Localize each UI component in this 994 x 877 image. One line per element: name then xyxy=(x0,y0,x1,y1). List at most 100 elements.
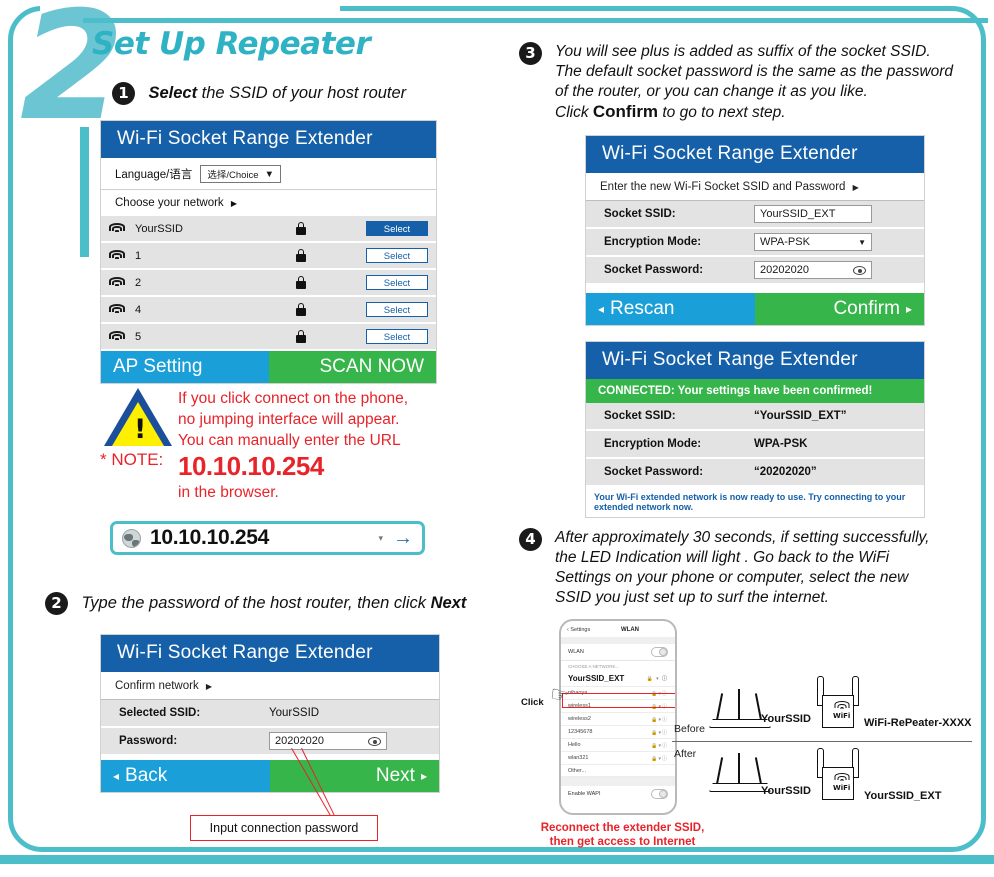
wifi-signal-icon xyxy=(109,276,125,289)
confirm-button[interactable]: Confirm ▸ xyxy=(755,293,924,325)
step-1-badge: 1 xyxy=(112,82,135,105)
back-button-label: Back xyxy=(125,765,168,786)
phone-wapi-switch[interactable] xyxy=(651,789,668,799)
select-button[interactable]: Select xyxy=(366,275,428,290)
chevron-down-icon[interactable]: ▾ xyxy=(378,533,383,544)
network-row[interactable]: 2 Select xyxy=(101,270,436,297)
ap-setting-button[interactable]: AP Setting xyxy=(101,351,269,383)
connected-status-banner: CONNECTED: Your settings have been confi… xyxy=(586,379,924,403)
page-title: Set Up Repeater xyxy=(92,26,371,62)
network-ssid: 2 xyxy=(135,276,142,289)
title-rule xyxy=(83,18,988,23)
confirm-panel-sub: Confirm network ▶ xyxy=(101,672,439,700)
row-label: Selected SSID: xyxy=(119,707,201,719)
step-3-line-4-pre: Click xyxy=(555,104,593,121)
arrow-right-icon: ▶ xyxy=(852,183,859,192)
network-row[interactable]: 4 Select xyxy=(101,297,436,324)
phone-wapi-row[interactable]: Enable WAPI xyxy=(561,786,675,802)
lock-icon xyxy=(296,303,306,316)
note-line-1: If you click connect on the phone, xyxy=(178,390,409,407)
wifi-signal-icon xyxy=(109,222,125,235)
rescan-button[interactable]: ◂ Rescan xyxy=(586,293,755,325)
phone-item-icons: 🔒▾ⓘ xyxy=(651,703,668,710)
arrow-right-icon[interactable]: → xyxy=(393,527,413,550)
step-4-text: After approximately 30 seconds, if setti… xyxy=(555,528,979,608)
phone-network-item[interactable]: Other... xyxy=(561,765,675,777)
confirm-panel-rows: Selected SSID: YourSSID Password: 20202020 xyxy=(101,700,439,756)
select-button[interactable]: Select xyxy=(366,248,428,263)
socket-panel-sub-text: Enter the new Wi-Fi Socket SSID and Pass… xyxy=(600,181,846,193)
before-after-divider xyxy=(672,741,972,743)
wifi-word-label: WiFi xyxy=(833,784,851,792)
confirm-button-label: Confirm xyxy=(833,298,900,319)
warning-exclamation: ! xyxy=(134,414,147,445)
phone-item-icons: 🔒▾ⓘ xyxy=(651,729,668,736)
text-field[interactable]: YourSSID_EXT xyxy=(754,205,872,223)
select-field[interactable]: WPA-PSK ▼ xyxy=(754,233,872,251)
note-block: ! * NOTE: If you click connect on the ph… xyxy=(100,388,445,503)
language-select[interactable]: 选择/Choice ▼ xyxy=(200,165,281,183)
after-router-ssid: YourSSID xyxy=(761,785,811,797)
network-row[interactable]: 5 Select xyxy=(101,324,436,351)
step-3-heading: 3 You will see plus is added as suffix o… xyxy=(519,42,969,123)
next-button[interactable]: Next ▸ xyxy=(270,760,439,792)
scan-panel-header: Wi-Fi Socket Range Extender xyxy=(101,121,436,158)
phone-network-item[interactable]: 12345678 🔒▾ⓘ xyxy=(561,726,675,739)
phone-network-item[interactable]: Hello 🔒▾ⓘ xyxy=(561,739,675,752)
confirm-panel-header: Wi-Fi Socket Range Extender xyxy=(101,635,439,672)
row-value: WPA-PSK xyxy=(754,438,808,450)
extender-body: WiFi xyxy=(822,767,854,800)
phone-network-item[interactable]: wireless2 🔒▾ⓘ xyxy=(561,713,675,726)
phone-wlan-toggle-row[interactable]: WLAN xyxy=(561,644,675,661)
network-row[interactable]: YourSSID Select xyxy=(101,216,436,243)
scan-panel-footer: AP Setting SCAN NOW xyxy=(101,351,436,383)
connected-panel: Wi-Fi Socket Range Extender CONNECTED: Y… xyxy=(585,341,925,518)
step-4-line-4: SSID you just set up to surf the interne… xyxy=(555,589,829,606)
select-button[interactable]: Select xyxy=(366,221,428,236)
browser-address-bar[interactable]: 10.10.10.254 ▾ → xyxy=(110,521,425,555)
phone-back-button[interactable]: ‹ Settings xyxy=(567,627,590,633)
row-label: Socket Password: xyxy=(604,264,704,276)
phone-selected-network[interactable]: YourSSID_EXT 🔒 ▾ ⓘ xyxy=(561,671,675,687)
back-button[interactable]: ◂ Back xyxy=(101,760,270,792)
wifi-signal-icon xyxy=(109,330,125,343)
row-label: Encryption Mode: xyxy=(604,236,702,248)
arrow-right-icon: ▸ xyxy=(420,769,427,783)
confirm-panel-sub-text: Confirm network xyxy=(115,680,199,692)
socket-panel-header: Wi-Fi Socket Range Extender xyxy=(586,136,924,173)
phone-wlan-switch[interactable] xyxy=(651,647,668,657)
password-field[interactable]: 20202020 xyxy=(754,261,872,279)
note-label: * NOTE: xyxy=(100,450,164,469)
phone-network-item[interactable]: wlan321 🔒▾ⓘ xyxy=(561,752,675,765)
status-row: Socket SSID: “YourSSID_EXT” xyxy=(586,403,924,431)
router-antenna-2 xyxy=(738,753,740,784)
lock-icon xyxy=(296,330,306,343)
scan-now-button[interactable]: SCAN NOW xyxy=(268,351,436,383)
password-callout: Input connection password xyxy=(190,815,378,841)
password-value: 20202020 xyxy=(275,735,324,747)
row-label: Socket Password: xyxy=(604,466,704,478)
bottom-teal-strip xyxy=(0,855,994,864)
after-label: After xyxy=(674,748,697,760)
phone-network-ssid: Other... xyxy=(568,767,587,774)
select-button[interactable]: Select xyxy=(366,302,428,317)
reconnect-note: Reconnect the extender SSID, then get ac… xyxy=(515,821,730,849)
step-1-heading: 1 Select the SSID of your host router xyxy=(112,82,406,105)
phone-divider-2 xyxy=(561,777,675,786)
select-button[interactable]: Select xyxy=(366,329,428,344)
phone-mockup: ‹ Settings WLAN WLAN CHOOSE A NETWORK...… xyxy=(559,619,677,815)
phone-network-item[interactable]: wireless1 🔒▾ⓘ xyxy=(561,700,675,713)
eye-icon[interactable] xyxy=(853,265,866,275)
language-row: Language/语言 选择/Choice ▼ xyxy=(101,158,436,190)
step-3-text: You will see plus is added as suffix of … xyxy=(555,42,969,123)
arrow-right-icon: ▶ xyxy=(205,682,213,691)
password-field[interactable]: 20202020 xyxy=(269,732,387,750)
phone-network-item[interactable]: nihaoya 🔒▾ⓘ xyxy=(561,687,675,700)
step-4-heading: 4 After approximately 30 seconds, if set… xyxy=(519,528,979,608)
note-line-3: You can manually enter the URL xyxy=(178,432,401,449)
step-1-rest: the SSID of your host router xyxy=(197,84,407,102)
network-row[interactable]: 1 Select xyxy=(101,243,436,270)
extender-icon-before: WiFi xyxy=(815,676,861,728)
language-value: 选择/Choice xyxy=(207,170,259,181)
eye-icon[interactable] xyxy=(368,736,381,746)
